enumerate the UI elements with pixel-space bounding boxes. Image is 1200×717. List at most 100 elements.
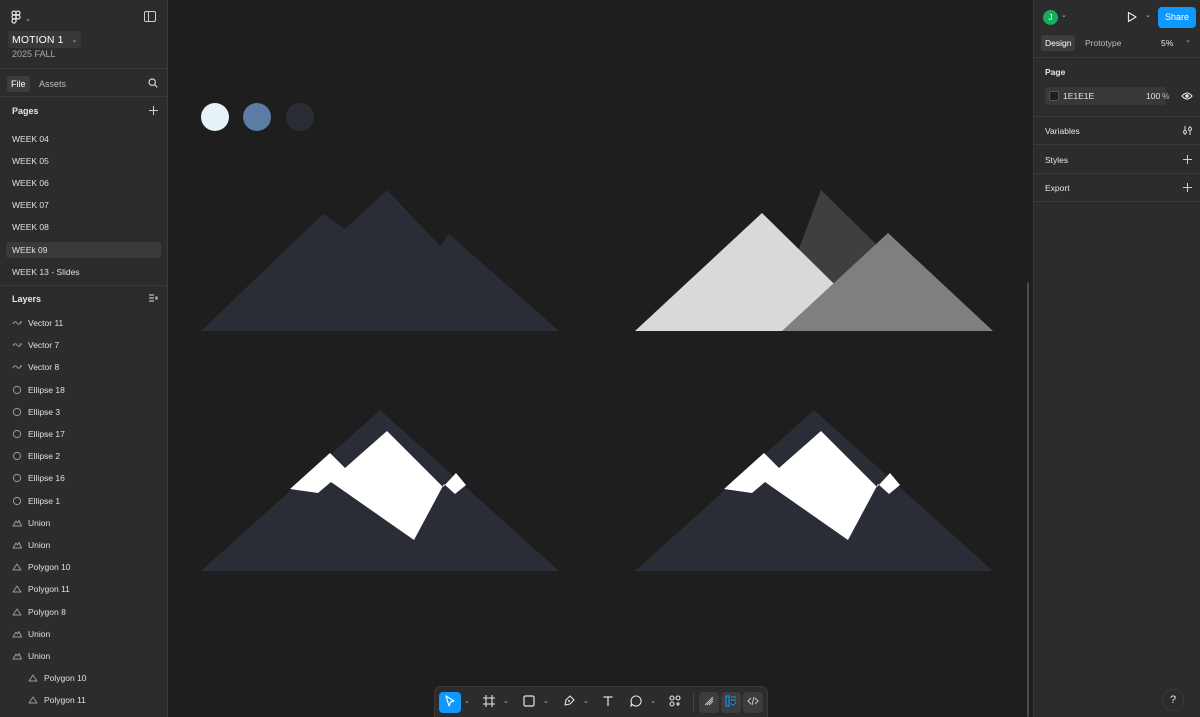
chevron-down-icon[interactable]: ⌄ [503, 697, 509, 705]
page-color-swatch[interactable] [1049, 91, 1059, 101]
layer-item[interactable]: Polygon 10 [12, 560, 71, 574]
chevron-down-icon[interactable]: ⌄ [1061, 11, 1067, 19]
chevron-down-icon[interactable]: ⌄ [583, 697, 589, 705]
add-style-icon[interactable] [1183, 155, 1192, 164]
help-button[interactable]: ? [1162, 689, 1184, 711]
layer-item[interactable]: Vector 11 [12, 316, 63, 330]
layer-item[interactable]: Vector 7 [12, 338, 59, 352]
layer-item[interactable]: Ellipse 2 [12, 449, 60, 463]
page-item-week-09[interactable]: WEEk 09 [6, 242, 161, 258]
divider [0, 285, 167, 286]
ellipse-icon [12, 429, 22, 439]
chevron-down-icon[interactable]: ⌄ [543, 697, 549, 705]
ellipse-icon [12, 473, 22, 483]
layer-item[interactable]: Union [12, 627, 50, 641]
swatch-dark-circle[interactable] [286, 103, 314, 131]
chevron-down-icon[interactable]: ⌄ [1145, 11, 1151, 19]
tab-prototype[interactable]: Prototype [1081, 35, 1125, 51]
play-icon[interactable] [1126, 11, 1138, 26]
shape-tool-button[interactable] [519, 692, 539, 713]
swatch-light-circle[interactable] [201, 103, 229, 131]
page-item-week-05[interactable]: WEEK 05 [6, 153, 161, 169]
avatar[interactable]: J [1043, 10, 1058, 25]
layer-item[interactable]: Ellipse 1 [12, 494, 60, 508]
page-item-week-07[interactable]: WEEK 07 [6, 197, 161, 213]
collapse-layers-icon[interactable] [148, 293, 158, 306]
file-name-button[interactable]: MOTION 1 ⌄ [8, 31, 82, 48]
chevron-down-icon[interactable]: ⌄ [1185, 36, 1191, 44]
vector-icon [12, 362, 22, 372]
comment-tool-button[interactable] [626, 692, 646, 713]
layer-label: Vector 8 [28, 362, 60, 373]
layer-item[interactable]: Ellipse 3 [12, 405, 60, 419]
cursor-icon [444, 695, 456, 710]
design-mode-button[interactable] [721, 692, 741, 713]
toggle-sidebar-icon[interactable] [144, 11, 156, 22]
vertical-scrollbar[interactable] [1027, 282, 1029, 717]
layer-item[interactable]: Ellipse 17 [12, 427, 65, 441]
layer-item[interactable]: Union [12, 516, 50, 530]
frame-tool-button[interactable] [479, 692, 499, 713]
union-icon [12, 629, 22, 639]
divider [1034, 144, 1200, 145]
search-icon[interactable] [148, 78, 158, 91]
layer-item[interactable]: Vector 8 [12, 360, 59, 374]
layer-item[interactable]: Union [12, 649, 50, 663]
right-sidebar: J ⌄ ⌄ Share Design Prototype 5% ⌄ Page 1… [1033, 0, 1200, 717]
tab-file[interactable]: File [7, 76, 30, 92]
layer-item[interactable]: Polygon 10 [28, 671, 87, 685]
divider [1034, 116, 1200, 117]
bottom-toolbar: ⌄ ⌄ ⌄ ⌄ ⌄ [434, 686, 768, 717]
layer-item[interactable]: Polygon 11 [28, 693, 86, 707]
tab-assets[interactable]: Assets [35, 76, 70, 92]
divider [1034, 173, 1200, 174]
mountain-dark-top-left[interactable] [201, 190, 559, 331]
layer-item[interactable]: Ellipse 18 [12, 383, 65, 397]
layer-item[interactable]: Union [12, 538, 50, 552]
page-section-title: Page [1045, 67, 1066, 77]
layer-label: Ellipse 18 [28, 384, 65, 395]
chevron-down-icon[interactable]: ⌄ [464, 697, 470, 705]
tab-design[interactable]: Design [1041, 35, 1076, 51]
page-item-week-06[interactable]: WEEK 06 [6, 175, 161, 191]
zoom-level[interactable]: 5% [1161, 35, 1173, 51]
polygon-icon [12, 607, 22, 617]
divider [1034, 201, 1200, 202]
pen-tool-button[interactable] [559, 692, 579, 713]
share-button[interactable]: Share [1158, 7, 1196, 28]
draw-mode-button[interactable] [699, 692, 719, 713]
layer-item[interactable]: Polygon 8 [12, 605, 66, 619]
ellipse-icon [12, 385, 22, 395]
frame-icon [483, 695, 495, 710]
layer-label: Union [28, 628, 51, 639]
page-item-week-13-slides[interactable]: WEEK 13 - Slides [6, 264, 161, 280]
text-tool-button[interactable] [598, 692, 618, 713]
eye-icon[interactable] [1181, 91, 1193, 104]
page-item-week-08[interactable]: WEEK 08 [6, 219, 161, 235]
layer-item[interactable]: Ellipse 16 [12, 471, 65, 485]
page-item-week-04[interactable]: WEEK 04 [6, 131, 161, 147]
dev-mode-button[interactable] [743, 692, 763, 713]
polygon-icon [12, 584, 22, 594]
page-color-field[interactable]: 1E1E1E 100 [1045, 87, 1166, 105]
swatch-blue-circle[interactable] [243, 103, 271, 131]
actions-tool-button[interactable] [665, 692, 685, 713]
left-tabs: File Assets [0, 68, 167, 97]
layers-header: Layers [12, 294, 42, 304]
styles-section-title: Styles [1045, 155, 1069, 165]
move-tool-button[interactable] [439, 692, 461, 713]
layer-label: Union [28, 540, 51, 550]
canvas-artwork [201, 103, 993, 571]
pen-icon [563, 695, 575, 710]
variables-icon[interactable] [1182, 125, 1193, 139]
chevron-down-icon[interactable]: ⌄ [650, 697, 656, 705]
layer-label: Polygon 10 [28, 562, 71, 573]
page-color-value[interactable]: 1E1E1E [1063, 87, 1094, 105]
canvas[interactable] [168, 0, 1033, 717]
layer-item[interactable]: Polygon 11 [12, 582, 70, 596]
layer-label: Polygon 8 [28, 606, 66, 617]
main-menu-button[interactable]: ⌄ [10, 10, 31, 27]
page-opacity-value[interactable]: 100 [1146, 87, 1160, 105]
add-page-icon[interactable] [149, 106, 158, 115]
add-export-icon[interactable] [1183, 183, 1192, 192]
